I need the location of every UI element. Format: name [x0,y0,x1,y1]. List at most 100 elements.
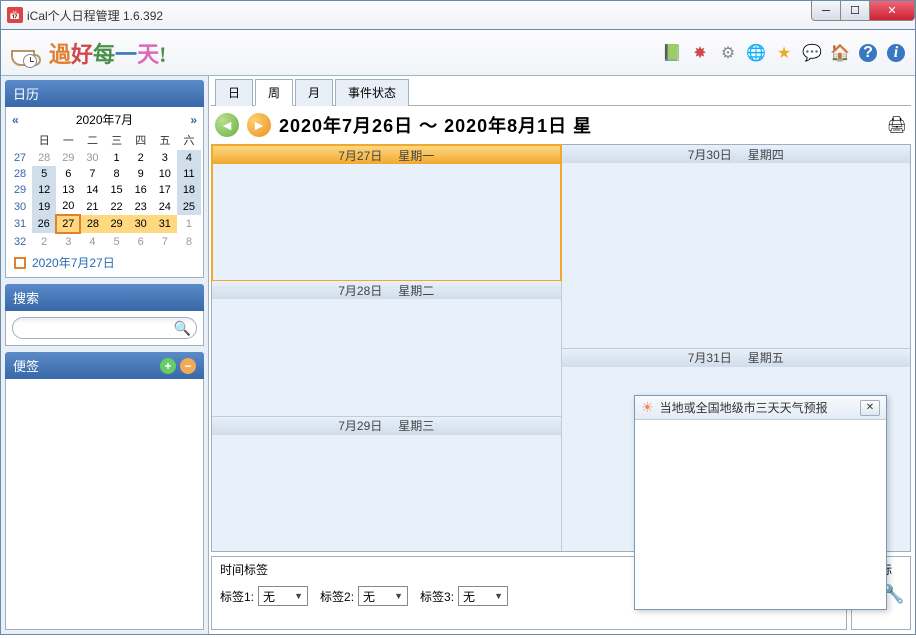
minical-day[interactable]: 22 [105,198,129,215]
minical-day[interactable]: 5 [32,166,56,182]
minical-day[interactable]: 8 [177,233,201,250]
minical-day[interactable]: 18 [177,182,201,198]
star-icon[interactable]: ★ [773,42,795,64]
minical-day[interactable]: 2 [129,150,153,166]
minical-day[interactable]: 1 [105,150,129,166]
minical-day[interactable]: 26 [32,215,56,233]
help-icon[interactable]: ? [857,42,879,64]
minical-day[interactable]: 12 [32,182,56,198]
tag-select-1[interactable]: 无▼ [258,586,308,606]
minical-day[interactable]: 1 [177,215,201,233]
minical-day[interactable]: 27 [56,215,80,233]
minical-day[interactable]: 21 [80,198,104,215]
minical-day[interactable]: 24 [153,198,177,215]
minical-day[interactable]: 11 [177,166,201,182]
minical-day[interactable]: 9 [129,166,153,182]
minical-day[interactable]: 5 [105,233,129,250]
view-tabs: 日 周 月 事件状态 [211,78,911,106]
chat-icon[interactable]: 💬 [801,42,823,64]
minical-day[interactable]: 4 [80,233,104,250]
week-number: 32 [8,233,32,250]
notes-body[interactable] [5,379,204,630]
minical-day[interactable]: 6 [56,166,80,182]
weather-popup-title: 当地或全国地级市三天天气预报 [660,399,828,416]
minimize-button[interactable]: ─ [811,1,841,21]
minical-month-label[interactable]: 2020年7月 [76,111,133,128]
globe-icon[interactable]: 🌐 [745,42,767,64]
date-range-label: 2020年7月26日 ～ 2020年8月1日 星 [279,112,592,138]
next-week-button[interactable]: ► [247,113,271,137]
minical-day[interactable]: 3 [56,233,80,250]
tag-label: 标签1: [220,588,254,605]
weather-icon: ☀ [641,399,654,416]
minical-day[interactable]: 13 [56,182,80,198]
minical-day[interactable]: 17 [153,182,177,198]
maximize-button[interactable]: ☐ [840,1,870,21]
tab-month[interactable]: 月 [295,79,333,106]
dow-header: 三 [105,130,129,150]
week-day-cell[interactable]: 7月28日星期二 [212,281,561,416]
week-number: 30 [8,198,32,215]
minical-day[interactable]: 3 [153,150,177,166]
prev-week-button[interactable]: ◄ [215,113,239,137]
print-icon[interactable]: 🖨 [887,115,907,135]
minical-day[interactable]: 4 [177,150,201,166]
calendar-panel-header: 日历 [5,80,204,107]
minical-prev[interactable]: « [12,113,19,127]
weather-close-button[interactable]: ✕ [860,400,880,416]
minical-day[interactable]: 30 [80,150,104,166]
week-day-cell[interactable]: 7月30日星期四 [562,145,911,349]
day-header: 7月29日星期三 [212,417,561,435]
window-title: iCal个人日程管理 1.6.392 [27,7,163,24]
weather-popup: ☀ 当地或全国地级市三天天气预报 ✕ [634,395,887,610]
minical-day[interactable]: 10 [153,166,177,182]
home-icon[interactable]: 🏠 [829,42,851,64]
minical-day[interactable]: 7 [80,166,104,182]
minical-day[interactable]: 28 [32,150,56,166]
minical-footer[interactable]: 2020年7月27日 [8,250,201,275]
minical-day[interactable]: 14 [80,182,104,198]
book-icon[interactable]: 📗 [661,42,683,64]
minical-day[interactable]: 19 [32,198,56,215]
notes-panel-title: 便签 [13,356,39,375]
delete-note-button[interactable]: − [180,358,196,374]
minical-day[interactable]: 20 [56,198,80,215]
week-number: 28 [8,166,32,182]
day-header: 7月28日星期二 [212,281,561,299]
minical-next[interactable]: » [190,113,197,127]
add-note-button[interactable]: + [160,358,176,374]
minical-day[interactable]: 28 [80,215,104,233]
spark-icon[interactable]: ✸ [689,42,711,64]
minical-day[interactable]: 29 [56,150,80,166]
close-button[interactable]: ✕ [869,1,915,21]
week-day-cell[interactable]: 7月29日星期三 [212,417,561,551]
minical-day[interactable]: 6 [129,233,153,250]
minical-day[interactable]: 2 [32,233,56,250]
tag-select-2[interactable]: 无▼ [358,586,408,606]
minical-day[interactable]: 16 [129,182,153,198]
calendar-panel-title: 日历 [13,84,39,103]
minical-day[interactable]: 30 [129,215,153,233]
tab-week[interactable]: 周 [255,79,293,106]
day-header: 7月31日星期五 [562,349,911,367]
search-icon[interactable]: 🔍 [174,320,191,337]
minical-day[interactable]: 25 [177,198,201,215]
minical-day[interactable]: 31 [153,215,177,233]
tab-day[interactable]: 日 [215,79,253,106]
minical-day[interactable]: 23 [129,198,153,215]
search-input[interactable] [12,317,197,339]
gear-icon[interactable]: ⚙ [717,42,739,64]
tag-select-3[interactable]: 无▼ [458,586,508,606]
minical-day[interactable]: 29 [105,215,129,233]
minical-day[interactable]: 8 [105,166,129,182]
dow-header: 六 [177,130,201,150]
left-sidebar: 日历 « 2020年7月 » 日一二三四五六 27282930123428567… [1,76,209,634]
search-panel-title: 搜索 [13,288,39,307]
tab-status[interactable]: 事件状态 [335,79,409,106]
week-day-cell[interactable]: 7月27日星期一 [211,144,562,282]
info-icon[interactable]: i [885,42,907,64]
window-titlebar: 📅 iCal个人日程管理 1.6.392 ─ ☐ ✕ [0,0,916,30]
minical-day[interactable]: 15 [105,182,129,198]
minical-day[interactable]: 7 [153,233,177,250]
week-number: 27 [8,150,32,166]
